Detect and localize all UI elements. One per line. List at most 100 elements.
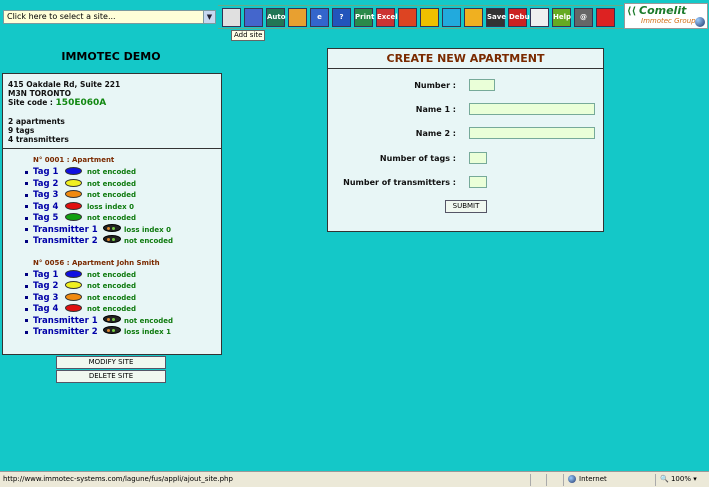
delete-site-button[interactable]: DELETE SITE [56,370,166,383]
remote-transmitter-icon [103,314,121,323]
tag-label[interactable]: Tag 5 [33,213,58,223]
transmitter-label[interactable]: Transmitter 1 [33,316,98,326]
zoom-level[interactable]: 🔍 100% ▾ [655,474,697,486]
modify-site-button[interactable]: MODIFY SITE [56,356,166,369]
link-icon[interactable] [442,8,461,27]
transmitter-label[interactable]: Transmitter 2 [33,236,98,246]
number-of-tags-input[interactable] [469,152,487,164]
power-icon[interactable] [596,8,615,27]
name2-input[interactable] [469,127,595,139]
security-zone-label: Internet [579,475,607,483]
security-zone: Internet [563,474,607,486]
print-icon[interactable]: Print [354,8,374,27]
bullet-icon [25,170,28,174]
remote-transmitter-icon [103,223,121,232]
site-select-value: Click here to select a site... [7,12,116,21]
building-icon[interactable] [222,8,241,27]
help-icon[interactable]: ? [332,8,351,27]
tag-row[interactable]: Tag 4 not encoded [25,304,136,315]
status-divider [546,474,547,486]
transmitter-row[interactable]: Transmitter 1 loss index 0 [25,223,171,236]
transmitter-label[interactable]: Transmitter 2 [33,327,98,337]
save-icon[interactable]: Save [486,8,506,27]
tag-label[interactable]: Tag 4 [33,304,58,314]
transmitter-count: 4 transmitters [8,135,69,144]
create-apartment-form: CREATE NEW APARTMENT Number : Name 1 : N… [327,48,604,232]
site-select[interactable]: Click here to select a site... ▼ [3,10,216,24]
brand-logo: ⟨⟨ Comelit Immotec Group [624,3,708,29]
apartment-count: 2 apartments [8,117,65,126]
encoding-status: not encoded [87,168,137,176]
status-divider [530,474,531,486]
bullet-icon [25,216,28,220]
tag-row[interactable]: Tag 3 not encoded [25,190,136,201]
tag-icon [65,190,82,198]
debug-icon[interactable]: Debug [508,8,535,27]
ie-icon[interactable]: e [310,8,329,27]
encoding-status: loss index 0 [87,202,134,211]
submit-button[interactable]: SUBMIT [445,200,487,213]
tag-label[interactable]: Tag 1 [33,167,58,177]
tag-row[interactable]: Tag 4 loss index 0 [25,201,134,213]
encoding-status: loss index 1 [124,328,171,336]
database-auto-icon[interactable]: Auto [266,8,286,27]
bullet-icon [25,228,28,231]
zoom-icon: 🔍 [660,475,669,483]
name2-label: Name 2 : [415,129,456,138]
number-of-transmitters-input[interactable] [469,176,487,188]
help-book-icon[interactable]: Help [552,8,571,27]
tag-row[interactable]: Tag 5 not encoded [25,213,136,224]
number-input[interactable] [469,79,495,91]
site-title: IMMOTEC DEMO [61,50,161,63]
tag-row[interactable]: Tag 1 not encoded [25,269,136,281]
number-label: Number : [414,81,456,90]
zoom-value: 100% [670,475,691,483]
transmitter-row[interactable]: Transmitter 2 not encoded [25,235,173,247]
email-icon[interactable]: @ [574,8,593,27]
notes-icon[interactable] [464,8,483,27]
bullet-icon [25,319,28,322]
status-bar: http://www.immotec-systems.com/lagune/fu… [0,471,709,487]
tag-icon [65,269,82,278]
tag-label[interactable]: Tag 2 [33,179,58,189]
tag-row[interactable]: Tag 1 not encoded [25,167,136,178]
tag-label[interactable]: Tag 3 [33,190,58,200]
bullet-icon [25,205,28,208]
encoding-status: not encoded [87,282,137,290]
transmitter-row[interactable]: Transmitter 1 not encoded [25,314,173,327]
tools-icon[interactable] [530,8,549,27]
home-icon[interactable] [244,8,263,27]
tag-icon [65,281,82,289]
encoding-status: not encoded [124,316,174,325]
encoding-status: not encoded [87,191,137,199]
tag-label[interactable]: Tag 3 [33,293,58,303]
tag-row[interactable]: Tag 2 not encoded [25,178,136,190]
tag-icon [65,167,82,175]
site-code: Site code : 150E060A [8,98,216,108]
apartment-header[interactable]: N° 0056 : Apartment John Smith [33,259,160,267]
search-key-icon[interactable] [288,8,307,27]
site-info: 415 Oakdale Rd, Suite 221 M3N TORONTO Si… [3,74,221,149]
tag-label[interactable]: Tag 1 [33,270,58,280]
toolbar: Auto e? Print Excel Save Debug Help @ [218,5,623,29]
tag-label[interactable]: Tag 4 [33,202,58,212]
chevron-down-icon[interactable]: ▼ [203,11,215,23]
number-of-transmitters-label: Number of transmitters : [343,178,456,187]
bullet-icon [25,284,28,288]
excel-icon[interactable]: Excel [376,8,398,27]
encoding-status: not encoded [124,237,174,245]
apartment-header[interactable]: N° 0001 : Apartment [33,156,114,164]
remote-transmitter-icon [103,235,121,243]
users-icon[interactable] [398,8,417,27]
transmitter-label[interactable]: Transmitter 1 [33,225,98,235]
transmitter-row[interactable]: Transmitter 2 loss index 1 [25,326,171,338]
form-title: CREATE NEW APARTMENT [328,49,603,69]
card-icon[interactable] [420,8,439,27]
site-address-line1: 415 Oakdale Rd, Suite 221 [8,80,121,89]
tag-row[interactable]: Tag 2 not encoded [25,281,136,292]
status-url: http://www.immotec-systems.com/lagune/fu… [3,475,233,483]
tag-label[interactable]: Tag 2 [33,281,58,291]
tag-row[interactable]: Tag 3 not encoded [25,292,136,304]
name1-input[interactable] [469,103,595,115]
encoding-status: not encoded [87,270,137,279]
